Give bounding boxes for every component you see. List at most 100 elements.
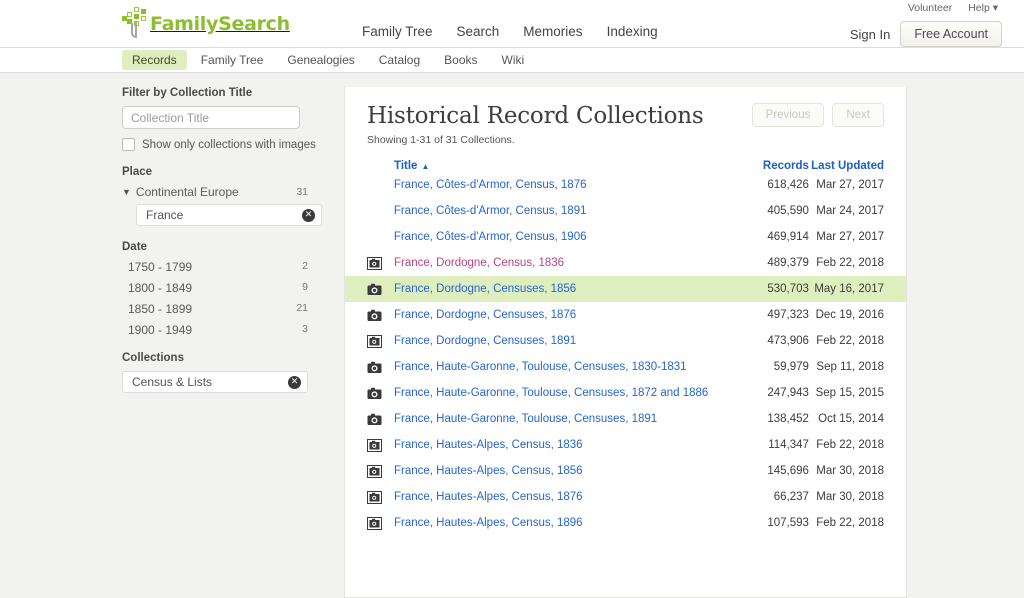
images-only-checkbox-row[interactable]: Show only collections with images (122, 138, 327, 151)
table-row[interactable]: France, Côtes-d'Armor, Census, 1876 618,4… (367, 172, 884, 198)
table-row[interactable]: France, Haute-Garonne, Toulouse, Censuse… (367, 406, 884, 432)
chevron-down-icon[interactable]: ▼ (122, 187, 131, 197)
pagination-controls: Previous Next (751, 103, 884, 127)
results-count: Showing 1-31 of 31 Collections. (367, 134, 515, 146)
familysearch-logo[interactable]: FamilySearch (122, 7, 290, 39)
checkbox-icon[interactable] (122, 138, 135, 151)
table-row[interactable]: France, Côtes-d'Armor, Census, 1891 405,5… (367, 198, 884, 224)
subnav-item-catalog[interactable]: Catalog (369, 50, 430, 70)
date-facet-row[interactable]: 1800 - 1849 9 (122, 281, 308, 295)
filter-title-heading: Filter by Collection Title (122, 87, 253, 99)
record-count: 59,979 (773, 361, 809, 373)
last-updated-date: Dec 19, 2016 (815, 309, 884, 321)
date-heading: Date (122, 241, 147, 253)
date-range-count: 21 (296, 302, 308, 314)
column-header-records[interactable]: Records (728, 160, 809, 172)
subnav-item-books[interactable]: Books (434, 50, 487, 70)
collection-selected-label: Census & Lists (132, 375, 213, 389)
collection-title-input[interactable]: Collection Title (122, 106, 300, 129)
utility-nav: Volunteer Help ▾ (908, 2, 998, 14)
place-parent-row[interactable]: ▼ Continental Europe 31 (122, 185, 308, 199)
subnav-item-wiki[interactable]: Wiki (492, 50, 535, 70)
place-parent-label: Continental Europe (135, 185, 239, 199)
date-facet-row[interactable]: 1750 - 1799 2 (122, 260, 308, 274)
primary-nav: Family Tree Search Memories Indexing (362, 24, 658, 39)
date-range-count: 9 (302, 281, 308, 293)
table-row[interactable]: France, Côtes-d'Armor, Census, 1906 469,9… (367, 224, 884, 250)
collection-title-link[interactable]: France, Côtes-d'Armor, Census, 1876 (394, 179, 728, 191)
camera-icon (367, 516, 382, 530)
collection-title-link[interactable]: France, Haute-Garonne, Toulouse, Censuse… (394, 361, 728, 373)
help-menu[interactable]: Help ▾ (968, 2, 998, 14)
collection-title-link[interactable]: France, Côtes-d'Armor, Census, 1891 (394, 205, 728, 217)
date-range-label: 1800 - 1849 (128, 281, 193, 295)
collection-title-link[interactable]: France, Haute-Garonne, Toulouse, Censuse… (394, 413, 728, 425)
table-row[interactable]: France, Hautes-Alpes, Census, 1856 145,69… (367, 458, 884, 484)
camera-icon (367, 490, 382, 504)
nav-family-tree[interactable]: Family Tree (362, 24, 433, 39)
next-page-button[interactable]: Next (832, 103, 884, 127)
remove-collection-filter-icon[interactable]: ✕ (288, 375, 301, 389)
camera-icon (367, 256, 382, 270)
place-selected-label: France (146, 208, 184, 222)
date-range-label: 1900 - 1949 (128, 323, 193, 337)
collection-title-link[interactable]: France, Hautes-Alpes, Census, 1836 (394, 439, 728, 451)
collections-panel: Historical Record Collections Showing 1-… (344, 87, 907, 598)
date-facet-row[interactable]: 1850 - 1899 21 (122, 302, 308, 316)
record-count: 405,590 (767, 205, 809, 217)
collection-title-link[interactable]: France, Hautes-Alpes, Census, 1896 (394, 517, 728, 529)
collection-title-link[interactable]: France, Haute-Garonne, Toulouse, Censuse… (394, 387, 728, 399)
table-row[interactable]: France, Dordogne, Census, 1836 489,379 Feb… (367, 250, 884, 276)
place-selected-chip: France ✕ (136, 204, 322, 226)
date-facet-row[interactable]: 1900 - 1949 3 (122, 323, 308, 337)
table-row[interactable]: France, Haute-Garonne, Toulouse, Censuse… (367, 380, 884, 406)
secondary-nav: Records Family Tree Genealogies Catalog … (0, 48, 1024, 73)
table-row[interactable]: France, Haute-Garonne, Toulouse, Censuse… (367, 354, 884, 380)
collection-title-link[interactable]: France, Dordogne, Censuses, 1891 (394, 335, 728, 347)
collection-selected-chip: Census & Lists ✕ (122, 371, 308, 393)
collection-title-link[interactable]: France, Dordogne, Censuses, 1876 (394, 309, 728, 321)
filters-sidebar: Filter by Collection Title Collection Ti… (122, 87, 327, 598)
column-header-title[interactable]: Title ▲ (367, 160, 728, 172)
table-row[interactable]: France, Hautes-Alpes, Census, 1896 107,59… (367, 510, 884, 536)
table-row[interactable]: France, Hautes-Alpes, Census, 1836 114,34… (367, 432, 884, 458)
table-row[interactable]: France, Dordogne, Censuses, 1856 530,703 M… (345, 276, 906, 302)
remove-place-filter-icon[interactable]: ✕ (302, 208, 315, 222)
nav-memories[interactable]: Memories (523, 24, 582, 39)
collection-title-link[interactable]: France, Dordogne, Censuses, 1856 (394, 283, 728, 295)
panel-header: Historical Record Collections Showing 1-… (367, 103, 884, 146)
table-row[interactable]: France, Dordogne, Censuses, 1876 497,323 D… (367, 302, 884, 328)
sign-in-link[interactable]: Sign In (850, 27, 890, 42)
column-header-title-label: Title (394, 160, 418, 172)
table-column-headers: Title ▲ Records Last Updated (367, 160, 884, 172)
last-updated-date: Feb 22, 2018 (816, 335, 884, 347)
record-count: 107,593 (767, 517, 809, 529)
nav-indexing[interactable]: Indexing (607, 24, 658, 39)
collection-title-link[interactable]: France, Hautes-Alpes, Census, 1856 (394, 465, 728, 477)
camera-icon (367, 413, 382, 426)
subnav-item-records[interactable]: Records (122, 50, 187, 70)
record-count: 66,237 (773, 491, 809, 503)
camera-icon (367, 464, 382, 478)
subnav-item-genealogies[interactable]: Genealogies (277, 50, 364, 70)
nav-search[interactable]: Search (457, 24, 500, 39)
site-header: FamilySearch Family Tree Search Memories… (0, 0, 1024, 48)
table-row[interactable]: France, Hautes-Alpes, Census, 1876 66,237… (367, 484, 884, 510)
previous-page-button[interactable]: Previous (751, 103, 825, 127)
record-count: 497,323 (767, 309, 809, 321)
subnav-item-family-tree[interactable]: Family Tree (191, 50, 274, 70)
date-range-label: 1850 - 1899 (128, 302, 193, 316)
collection-title-link[interactable]: France, Côtes-d'Armor, Census, 1906 (394, 231, 728, 243)
volunteer-link[interactable]: Volunteer (908, 2, 952, 14)
collection-title-link[interactable]: France, Hautes-Alpes, Census, 1876 (394, 491, 728, 503)
sort-ascending-icon[interactable]: ▲ (421, 162, 429, 171)
collection-title-link[interactable]: France, Dordogne, Census, 1836 (394, 257, 728, 269)
free-account-button[interactable]: Free Account (900, 21, 1002, 47)
collections-table: France, Côtes-d'Armor, Census, 1876 618,4… (345, 172, 906, 536)
last-updated-date: Feb 22, 2018 (816, 439, 884, 451)
column-header-last-updated[interactable]: Last Updated (809, 160, 884, 172)
camera-icon (367, 438, 382, 452)
date-range-label: 1750 - 1799 (128, 260, 193, 274)
date-range-count: 2 (302, 260, 308, 272)
table-row[interactable]: France, Dordogne, Censuses, 1891 473,906 F… (367, 328, 884, 354)
